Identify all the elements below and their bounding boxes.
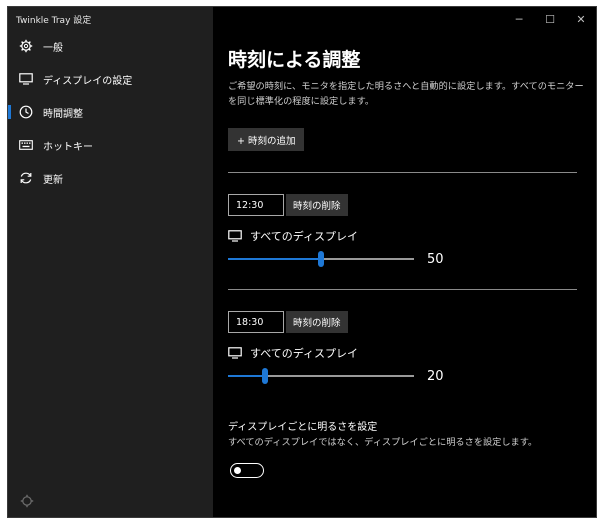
time-input[interactable]: 12:30 — [228, 194, 284, 216]
brightness-value: 20 — [427, 369, 444, 384]
monitor-icon — [228, 347, 242, 359]
sidebar: Twinkle Tray 設定 一般 ディスプレイの設定 時間調整 ホットキー — [8, 7, 213, 517]
clock-icon — [19, 105, 33, 119]
sidebar-item-general[interactable]: 一般 — [8, 31, 213, 61]
gear-icon — [19, 39, 33, 53]
page-description: ご希望の時刻に、モニタを指定した明るさへと自動的に設定します。すべてのモニターを… — [228, 81, 584, 107]
display-label-row: すべてのディスプレイ — [228, 345, 358, 361]
main-panel: 時刻による調整 ご希望の時刻に、モニタを指定した明るさへと自動的に設定します。す… — [213, 7, 596, 517]
monitor-icon — [228, 230, 242, 242]
sidebar-item-label: 時間調整 — [43, 108, 83, 120]
page-title: 時刻による調整 — [228, 49, 361, 71]
per-display-toggle[interactable] — [230, 463, 264, 478]
sidebar-item-time-adjustment[interactable]: 時間調整 — [8, 97, 213, 127]
sidebar-item-label: 更新 — [43, 174, 63, 186]
slider-fill — [228, 375, 266, 377]
sidebar-item-label: ホットキー — [43, 141, 93, 153]
keyboard-icon — [19, 138, 33, 152]
sidebar-item-updates[interactable]: 更新 — [8, 163, 213, 193]
slider-fill — [228, 258, 321, 260]
divider — [228, 172, 577, 173]
per-display-description: すべてのディスプレイではなく、ディスプレイごとに明るさを設定します。 — [228, 437, 538, 448]
sidebar-item-hotkeys[interactable]: ホットキー — [8, 130, 213, 160]
brightness-slider[interactable] — [228, 251, 414, 267]
refresh-icon — [19, 171, 33, 185]
sidebar-item-display-settings[interactable]: ディスプレイの設定 — [8, 64, 213, 94]
display-label-row: すべてのディスプレイ — [228, 228, 358, 244]
monitor-icon — [19, 72, 33, 86]
display-label: すべてのディスプレイ — [250, 230, 359, 243]
sidebar-item-label: ディスプレイの設定 — [43, 75, 133, 87]
delete-time-button[interactable]: 時刻の削除 — [286, 311, 348, 333]
toggle-knob — [234, 466, 241, 474]
sidebar-item-label: 一般 — [43, 42, 63, 54]
brightness-slider[interactable] — [228, 368, 414, 384]
settings-window: Twinkle Tray 設定 一般 ディスプレイの設定 時間調整 ホットキー — [7, 6, 597, 518]
delete-time-button[interactable]: 時刻の削除 — [286, 194, 348, 216]
time-input[interactable]: 18:30 — [228, 311, 284, 333]
divider — [228, 289, 577, 290]
brightness-value: 50 — [427, 252, 444, 267]
window-title: Twinkle Tray 設定 — [16, 16, 92, 26]
display-label: すべてのディスプレイ — [250, 347, 359, 360]
slider-thumb[interactable] — [262, 368, 269, 384]
gear-icon[interactable] — [20, 493, 34, 508]
per-display-title: ディスプレイごとに明るさを設定 — [228, 422, 378, 433]
add-time-button[interactable]: + 時刻の追加 — [228, 128, 305, 151]
slider-thumb[interactable] — [318, 251, 324, 267]
